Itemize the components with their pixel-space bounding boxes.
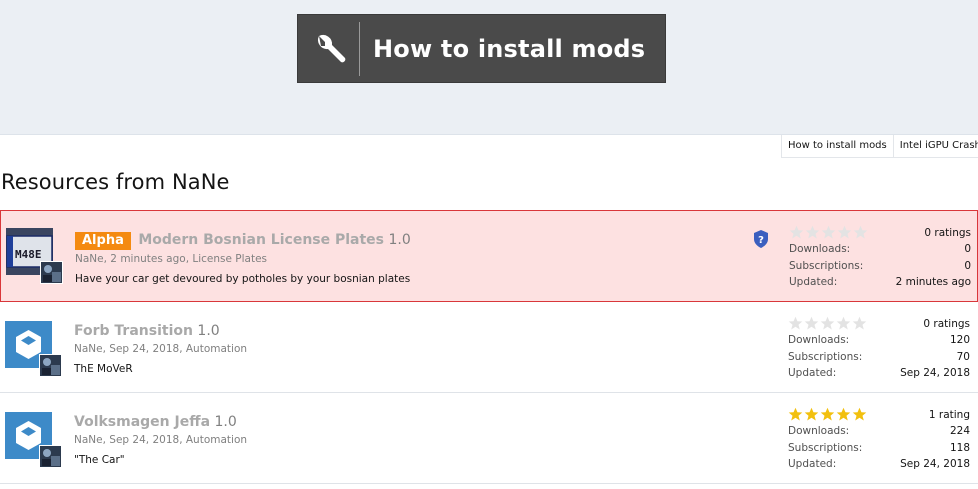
resource-date: 2 minutes ago — [110, 253, 186, 265]
downloads-value: 0 — [964, 243, 971, 255]
resource-version: 1.0 — [214, 414, 237, 430]
how-to-install-mods-button[interactable]: How to install mods — [297, 14, 666, 83]
resource-stats: 1 rating Downloads: 224 Subscriptions: 118… — [788, 406, 970, 473]
star-icon[interactable] — [821, 225, 836, 240]
updated-value: 2 minutes ago — [895, 276, 971, 288]
resource-title-line: Volksmagen Jeffa 1.0 — [74, 413, 754, 431]
star-icon[interactable] — [853, 225, 868, 240]
resource-row: Forb Transition 1.0 NaNe, Sep 24, 2018, … — [0, 302, 978, 393]
quick-links: How to install mods Intel iGPU Crashes — [781, 135, 978, 158]
star-icon[interactable] — [805, 225, 820, 240]
subscriptions-value: 118 — [949, 441, 970, 454]
star-icon[interactable] — [789, 225, 804, 240]
star-icon[interactable] — [852, 407, 867, 422]
resource-main: Forb Transition 1.0 NaNe, Sep 24, 2018, … — [74, 322, 754, 376]
author-avatar[interactable] — [40, 261, 63, 284]
resource-title-line: Forb Transition 1.0 — [74, 322, 754, 340]
resource-tagline: Have your car get devoured by potholes b… — [75, 273, 411, 285]
star-icon[interactable] — [788, 407, 803, 422]
subscriptions-value: 0 — [964, 259, 971, 272]
star-rating[interactable] — [788, 316, 867, 331]
banner-label: How to install mods — [373, 34, 646, 63]
shield-question-icon[interactable]: ? — [753, 230, 769, 248]
resource-stats: 0 ratings Downloads: 0 Subscriptions: 0 Up… — [789, 224, 971, 291]
resource-row: M48E Alpha Modern Bosnian License Plates… — [0, 210, 978, 302]
author-avatar[interactable] — [39, 354, 62, 377]
star-icon[interactable] — [788, 316, 803, 331]
downloads-label: Downloads: — [788, 425, 850, 437]
subscriptions-label: Subscriptions: — [789, 259, 864, 272]
resource-date: Sep 24, 2018 — [109, 343, 180, 355]
subscriptions-value: 70 — [956, 350, 970, 363]
updated-value: Sep 24, 2018 — [900, 458, 970, 470]
star-icon[interactable] — [820, 316, 835, 331]
resource-main: Volksmagen Jeffa 1.0 NaNe, Sep 24, 2018,… — [74, 413, 754, 467]
resource-title-line: Alpha Modern Bosnian License Plates 1.0 — [75, 231, 755, 250]
resource-version: 1.0 — [388, 232, 411, 248]
star-icon[interactable] — [804, 316, 819, 331]
resource-title-link[interactable]: Modern Bosnian License Plates — [138, 232, 384, 248]
rating-count: 0 ratings — [924, 226, 971, 239]
updated-label: Updated: — [788, 458, 837, 470]
author-link[interactable]: NaNe — [75, 253, 104, 265]
resource-title-link[interactable]: Volksmagen Jeffa — [74, 414, 210, 430]
rating-count: 0 ratings — [923, 317, 970, 330]
tab-how-to-install-mods[interactable]: How to install mods — [781, 135, 894, 158]
resource-title-link[interactable]: Forb Transition — [74, 323, 193, 339]
resource-tagline: ThE MoVeR — [74, 363, 133, 375]
author-link[interactable]: NaNe — [74, 434, 103, 446]
resource-meta: NaNe, Sep 24, 2018, Automation — [74, 343, 248, 355]
star-rating[interactable] — [788, 407, 867, 422]
subscriptions-label: Subscriptions: — [788, 441, 863, 454]
star-icon[interactable] — [836, 407, 851, 422]
downloads-value: 224 — [949, 425, 970, 437]
category-link[interactable]: Automation — [186, 434, 247, 446]
author-link[interactable]: NaNe — [74, 343, 103, 355]
alpha-badge: Alpha — [75, 232, 131, 250]
resource-row: Volksmagen Jeffa 1.0 NaNe, Sep 24, 2018,… — [0, 393, 978, 484]
star-rating[interactable] — [789, 225, 868, 240]
resource-meta: NaNe, Sep 24, 2018, Automation — [74, 434, 248, 446]
updated-value: Sep 24, 2018 — [900, 367, 970, 379]
header-banner: How to install mods — [0, 0, 978, 135]
category-link[interactable]: License Plates — [192, 253, 267, 265]
updated-label: Updated: — [788, 367, 837, 379]
star-icon[interactable] — [820, 407, 835, 422]
page-title: Resources from NaNe — [1, 170, 230, 194]
subscriptions-label: Subscriptions: — [788, 350, 863, 363]
category-link[interactable]: Automation — [186, 343, 247, 355]
downloads-label: Downloads: — [789, 243, 851, 255]
wrench-icon — [298, 15, 359, 82]
resource-list: M48E Alpha Modern Bosnian License Plates… — [0, 210, 978, 484]
author-avatar[interactable] — [39, 445, 62, 468]
rating-count: 1 rating — [928, 408, 970, 421]
resource-tagline: "The Car" — [74, 454, 125, 466]
svg-text:M48E: M48E — [15, 248, 42, 261]
resource-date: Sep 24, 2018 — [109, 434, 180, 446]
svg-text:?: ? — [758, 235, 764, 246]
star-icon[interactable] — [852, 316, 867, 331]
downloads-value: 120 — [949, 334, 970, 346]
resource-stats: 0 ratings Downloads: 120 Subscriptions: 70… — [788, 315, 970, 382]
resource-version: 1.0 — [197, 323, 220, 339]
resource-main: Alpha Modern Bosnian License Plates 1.0 … — [75, 231, 755, 286]
resource-meta: NaNe, 2 minutes ago, License Plates — [75, 253, 268, 265]
updated-label: Updated: — [789, 276, 838, 288]
star-icon[interactable] — [837, 225, 852, 240]
downloads-label: Downloads: — [788, 334, 850, 346]
star-icon[interactable] — [836, 316, 851, 331]
star-icon[interactable] — [804, 407, 819, 422]
tab-intel-igpu-crashes[interactable]: Intel iGPU Crashes — [893, 135, 978, 158]
